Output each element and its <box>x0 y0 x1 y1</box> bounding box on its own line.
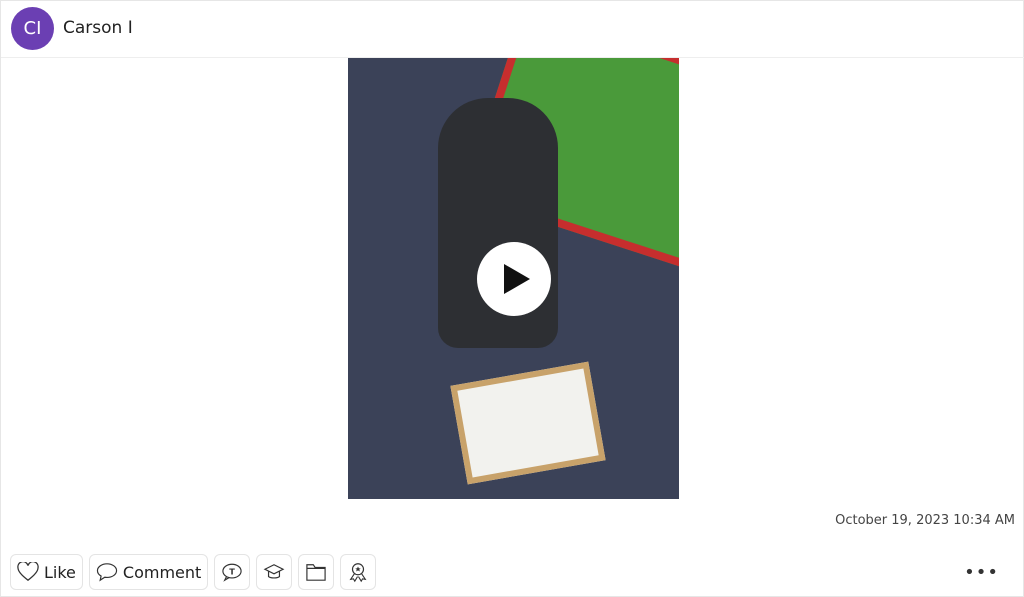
post-card: CI Carson I October 19, 2023 10:34 AM Li… <box>0 0 1024 597</box>
award-ribbon-icon <box>349 563 367 583</box>
speech-bubble-icon <box>96 563 118 582</box>
more-options-button[interactable]: ••• <box>964 562 999 583</box>
svg-text:T: T <box>230 566 236 576</box>
play-button[interactable] <box>477 242 551 316</box>
like-label: Like <box>44 562 76 582</box>
action-bar: Like Comment T <box>10 554 377 590</box>
video-thumbnail[interactable] <box>348 58 679 499</box>
translate-button[interactable]: T <box>214 554 251 590</box>
folder-icon <box>306 564 326 581</box>
translate-icon: T <box>222 563 242 582</box>
play-icon <box>503 264 530 294</box>
comment-button[interactable]: Comment <box>88 554 209 590</box>
post-header: CI Carson I <box>1 1 1024 58</box>
heart-icon <box>17 562 39 581</box>
author-name[interactable]: Carson I <box>63 18 133 38</box>
portfolio-skills-button[interactable] <box>256 554 293 590</box>
graduation-cap-icon <box>263 564 285 579</box>
photo-clipboard <box>450 361 606 485</box>
folder-button[interactable] <box>298 554 335 590</box>
post-timestamp: October 19, 2023 10:34 AM <box>835 513 1015 528</box>
avatar[interactable]: CI <box>11 7 54 50</box>
comment-label: Comment <box>122 562 202 582</box>
award-button[interactable] <box>340 554 377 590</box>
like-button[interactable]: Like <box>10 554 83 590</box>
